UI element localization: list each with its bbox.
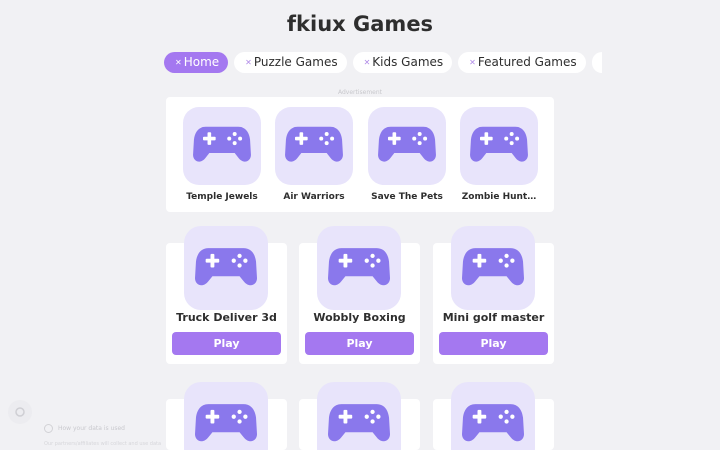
gamepad-icon [328,246,390,291]
game-card[interactable]: Truck Deliver 3d Play [166,226,287,364]
game-title: Air Warriors [283,192,345,202]
play-button[interactable]: Play [305,332,414,355]
featured-game[interactable]: Zombie Hunt… [454,107,544,202]
tab-label: Kids Games [372,55,444,69]
tab-label: Featured Games [477,55,577,69]
gamepad-icon [195,402,257,447]
tab-label: Home [183,55,220,69]
game-thumbnail[interactable] [184,226,268,310]
play-button[interactable]: Play [439,332,548,355]
info-icon [44,424,53,433]
game-thumbnail[interactable] [275,107,353,185]
game-thumbnail[interactable] [460,107,538,185]
gamepad-icon [195,246,257,291]
gamepad-icon [193,125,251,167]
game-card[interactable] [299,382,420,450]
game-thumbnail[interactable] [368,107,446,185]
game-title: Zombie Hunt… [461,192,537,202]
consent-subtext: Our partners/affiliates will collect and… [44,441,162,447]
game-title: Truck Deliver 3d [176,311,277,324]
game-card[interactable]: Mini golf master Play [433,226,554,364]
featured-game[interactable]: Save The Pets [362,107,452,202]
gamepad-icon [328,402,390,447]
tab-overflow[interactable] [591,52,602,73]
game-thumbnail[interactable] [183,107,261,185]
tab-featured-games[interactable]: ✕ Featured Games [458,52,586,73]
close-icon: ✕ [363,58,371,67]
game-thumbnail[interactable] [317,382,401,450]
game-title: Temple Jewels [186,192,258,202]
featured-games-card: Temple Jewels Air Warriors Save The Pets… [166,97,554,212]
game-card[interactable] [433,382,554,450]
game-thumbnail[interactable] [317,226,401,310]
game-card[interactable] [166,382,287,450]
play-button[interactable]: Play [172,332,281,355]
featured-game[interactable]: Air Warriors [269,107,359,202]
gamepad-icon [462,402,524,447]
game-thumbnail[interactable] [451,226,535,310]
advertisement-label: Advertisement [337,89,383,96]
game-thumbnail[interactable] [184,382,268,450]
tab-puzzle-games[interactable]: ✕ Puzzle Games [234,52,347,73]
game-title: Wobbly Boxing [313,311,406,324]
privacy-settings-icon[interactable] [8,400,32,424]
close-icon: ✕ [175,58,182,67]
tab-label: Puzzle Games [253,55,338,69]
close-icon: ✕ [469,58,476,67]
game-thumbnail[interactable] [451,382,535,450]
gamepad-icon [462,246,524,291]
tab-kids-games[interactable]: ✕ Kids Games [352,52,453,73]
close-icon: ✕ [245,58,252,67]
gamepad-icon [470,125,528,167]
game-title: Mini golf master [442,311,545,324]
consent-text: How your data is used [58,425,125,432]
featured-game[interactable]: Temple Jewels [177,107,267,202]
gamepad-icon [285,125,343,167]
site-title: fkiux Games [286,12,434,36]
gamepad-icon [378,125,436,167]
consent-notice: How your data is used [44,424,125,433]
tab-home[interactable]: ✕ Home [164,52,229,73]
game-card[interactable]: Wobbly Boxing Play [299,226,420,364]
category-tabs: ✕ Home ✕ Puzzle Games ✕ Kids Games ✕ Fea… [164,52,602,73]
game-title: Save The Pets [371,192,443,202]
